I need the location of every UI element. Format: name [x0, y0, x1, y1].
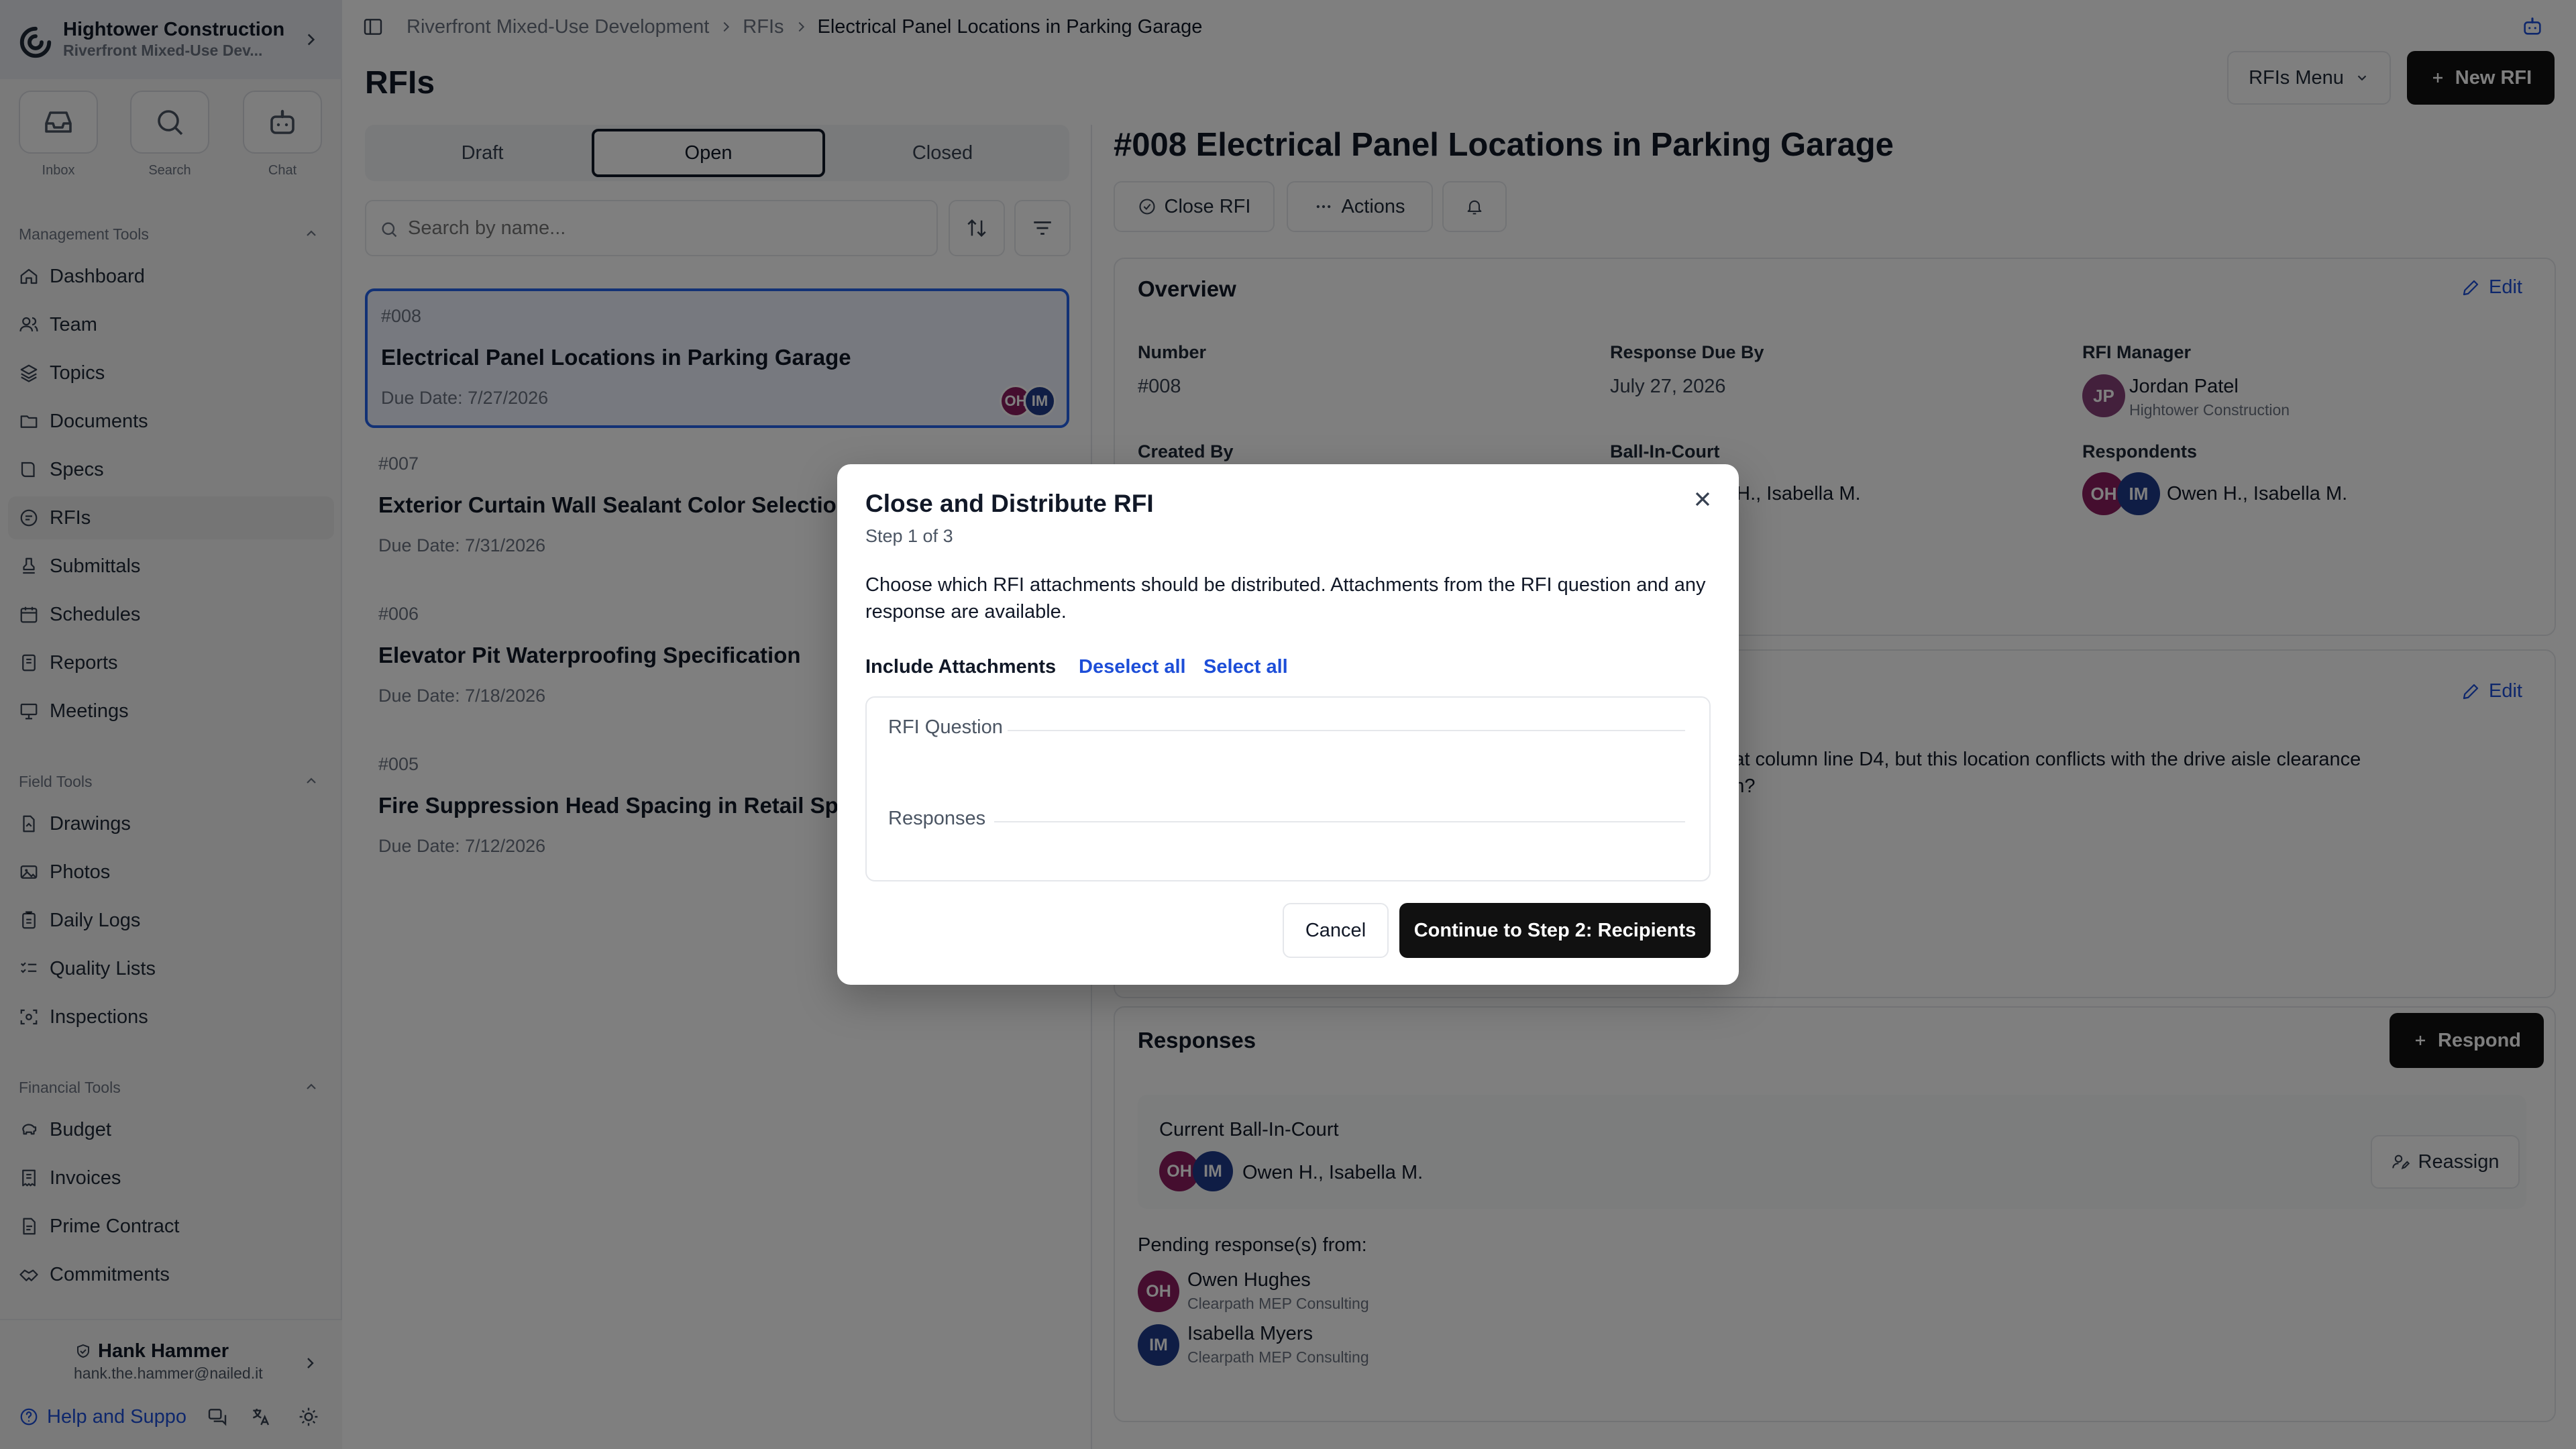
- cancel-button[interactable]: Cancel: [1283, 903, 1389, 958]
- dialog-step: Step 1 of 3: [865, 526, 953, 546]
- divider: [1008, 730, 1685, 731]
- dialog-title: Close and Distribute RFI: [865, 490, 1154, 517]
- group-responses: Responses: [888, 808, 986, 829]
- continue-button[interactable]: Continue to Step 2: Recipients: [1399, 903, 1711, 958]
- group-rfi-question: RFI Question: [888, 716, 1014, 739]
- deselect-all-button[interactable]: Deselect all: [1079, 656, 1186, 678]
- include-attachments-label: Include Attachments: [865, 656, 1057, 678]
- dialog-description: Choose which RFI attachments should be d…: [865, 574, 1706, 623]
- select-all-button[interactable]: Select all: [1203, 656, 1288, 678]
- attachments-list: RFI Question Responses: [865, 696, 1711, 881]
- close-distribute-dialog: Close and Distribute RFI Step 1 of 3 Cho…: [837, 464, 1739, 985]
- close-icon[interactable]: [1690, 487, 1715, 511]
- divider: [994, 821, 1685, 822]
